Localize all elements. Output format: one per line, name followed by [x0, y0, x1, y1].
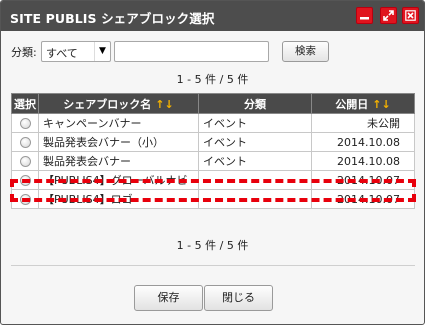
row-date: 2014.10.07: [311, 170, 415, 190]
header-date[interactable]: 公開日 ↑↓: [311, 93, 415, 114]
header-date-label: 公開日: [335, 97, 369, 111]
search-input[interactable]: [114, 41, 269, 62]
row-date: 未公開: [311, 113, 415, 133]
sort-arrows-icon[interactable]: ↑↓: [155, 98, 173, 111]
row-radio[interactable]: [19, 194, 31, 205]
minimize-icon[interactable]: [356, 7, 373, 24]
row-radio[interactable]: [19, 137, 31, 148]
save-button[interactable]: 保存: [134, 285, 203, 311]
table-row[interactable]: 製品発表会バナー（小） イベント 2014.10.08: [11, 132, 415, 152]
sort-arrows-icon[interactable]: ↑↓: [372, 98, 390, 111]
row-date: 2014.10.08: [311, 151, 415, 171]
table-header-row: 選択 シェアブロック名 ↑↓ 分類 公開日 ↑↓: [11, 93, 415, 114]
row-date: 2014.10.07: [311, 189, 415, 209]
row-name: 【PUBLIS4】ロゴ: [38, 189, 199, 209]
chevron-down-icon: ▼: [94, 42, 110, 61]
table-row[interactable]: 製品発表会バナー イベント 2014.10.08: [11, 151, 415, 171]
row-radio[interactable]: [19, 175, 31, 186]
close-icon[interactable]: [402, 7, 419, 24]
share-block-dialog: SITE PUBLIS シェアブロック選択 分類: すべて ▼ 検索 1 - 5…: [0, 0, 425, 325]
row-category: [198, 170, 312, 190]
row-radio[interactable]: [19, 118, 31, 129]
search-button[interactable]: 検索: [282, 41, 329, 62]
header-select: 選択: [11, 93, 39, 114]
row-name: キャンペーンバナー: [38, 113, 199, 133]
category-select[interactable]: すべて ▼: [41, 41, 111, 62]
footer-divider: [11, 265, 415, 266]
pager-top: 1 - 5 件 / 5 件: [176, 73, 249, 86]
table-row[interactable]: 【PUBLIS4】ロゴ 2014.10.07: [11, 189, 415, 209]
close-button[interactable]: 閉じる: [204, 285, 273, 311]
header-name[interactable]: シェアブロック名 ↑↓: [38, 93, 199, 114]
row-category: イベント: [198, 151, 312, 171]
table-row[interactable]: キャンペーンバナー イベント 未公開: [11, 113, 415, 133]
row-name: 【PUBLIS4】グローバルナビ: [38, 170, 199, 190]
row-name: 製品発表会バナー（小）: [38, 132, 199, 152]
share-block-table: 選択 シェアブロック名 ↑↓ 分類 公開日 ↑↓ キャンペーンバナー イベント 未公…: [11, 93, 415, 209]
row-category: [198, 189, 312, 209]
header-name-label: シェアブロック名: [63, 97, 152, 111]
row-category: イベント: [198, 113, 312, 133]
title-bar[interactable]: SITE PUBLIS シェアブロック選択: [1, 1, 424, 31]
row-name: 製品発表会バナー: [38, 151, 199, 171]
category-select-value: すべて: [46, 47, 78, 60]
dialog-title: SITE PUBLIS シェアブロック選択: [10, 11, 215, 26]
category-filter-label: 分類:: [11, 46, 37, 59]
row-date: 2014.10.08: [311, 132, 415, 152]
row-category: イベント: [198, 132, 312, 152]
row-radio[interactable]: [19, 156, 31, 167]
table-row[interactable]: 【PUBLIS4】グローバルナビ 2014.10.07: [11, 170, 415, 190]
maximize-icon[interactable]: [380, 7, 397, 24]
pager-bottom: 1 - 5 件 / 5 件: [176, 239, 249, 252]
filter-row: 分類: すべて ▼ 検索: [11, 41, 421, 63]
header-category: 分類: [198, 93, 312, 114]
